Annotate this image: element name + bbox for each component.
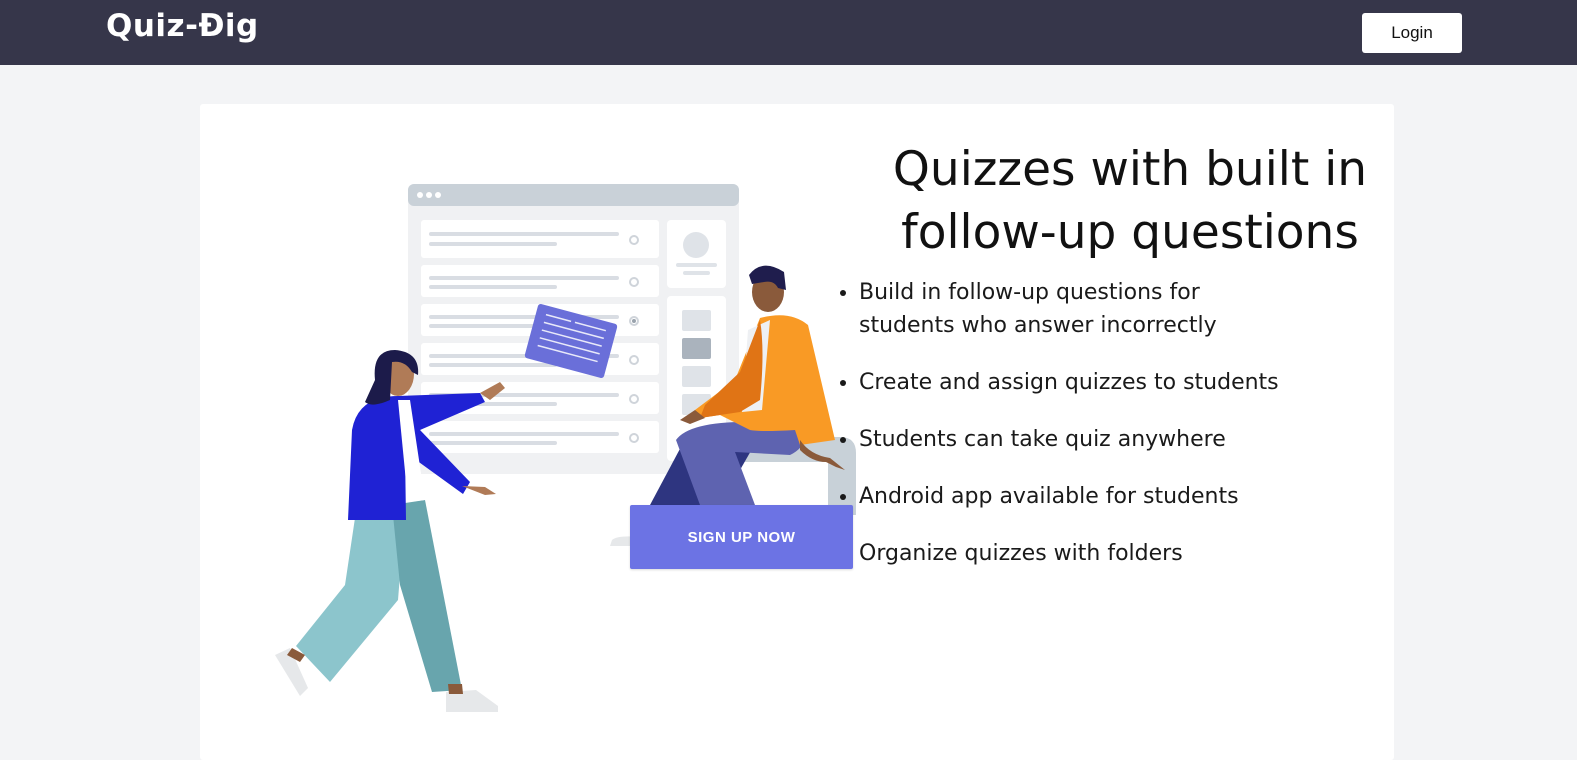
- feature-item: Build in follow-up questions for student…: [859, 276, 1289, 342]
- feature-list: Build in follow-up questions for student…: [834, 276, 1289, 594]
- top-navbar: Quiz-Đig Login: [0, 0, 1577, 65]
- feature-item: Students can take quiz anywhere: [859, 423, 1289, 456]
- logo[interactable]: Quiz-Đig: [106, 8, 259, 44]
- feature-item: Create and assign quizzes to students: [859, 366, 1289, 399]
- feature-item: Android app available for students: [859, 480, 1289, 513]
- feature-item: Organize quizzes with folders: [859, 537, 1289, 570]
- login-button[interactable]: Login: [1362, 13, 1462, 53]
- sign-up-button[interactable]: SIGN UP NOW: [630, 505, 853, 569]
- hero-headline: Quizzes with built in follow-up question…: [892, 142, 1368, 260]
- people-collaborating-illustration: [275, 184, 856, 712]
